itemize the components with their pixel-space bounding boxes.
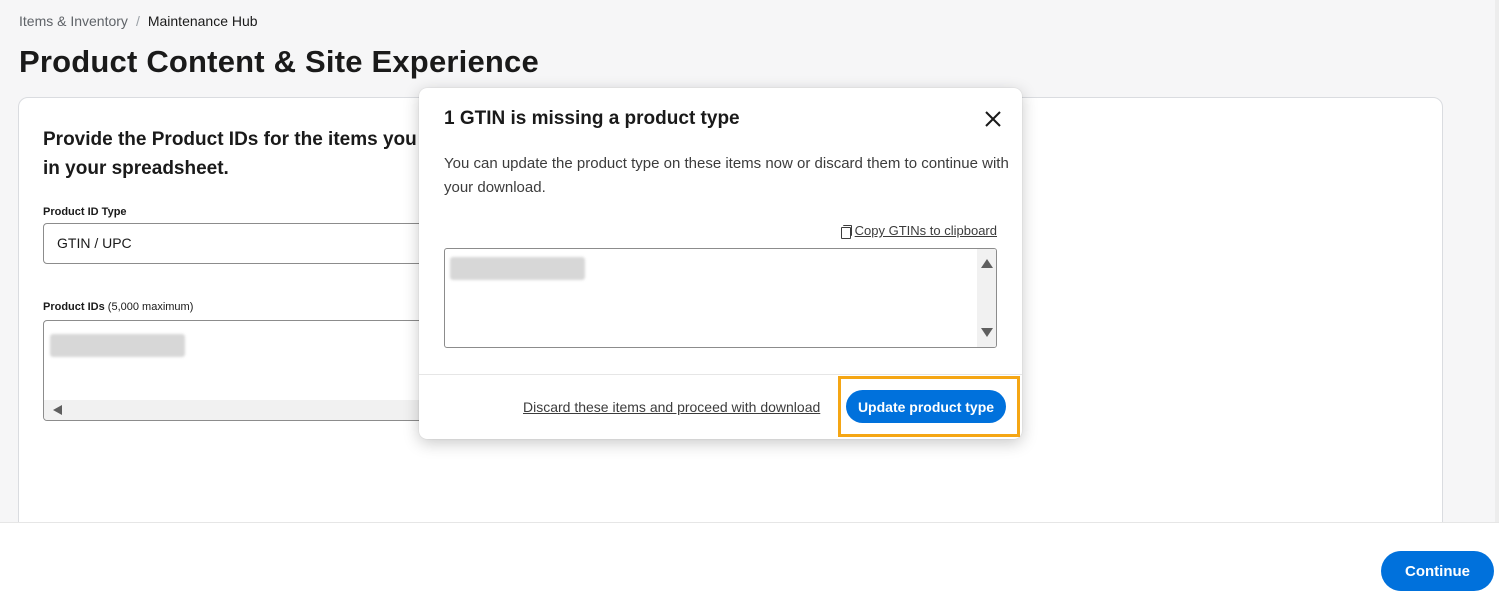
breadcrumb-current: Maintenance Hub [147, 13, 258, 29]
discard-items-link[interactable]: Discard these items and proceed with dow… [523, 399, 820, 415]
product-id-type-select[interactable]: GTIN / UPC [43, 223, 443, 264]
dialog-footer-divider [419, 374, 1022, 375]
gtin-list-scrollbar[interactable] [977, 249, 996, 347]
dialog-body: You can update the product type on these… [444, 155, 1009, 196]
copy-icon [840, 224, 852, 239]
missing-product-type-dialog: 1 GTIN is missing a product type You can… [419, 88, 1022, 439]
redacted-product-id [50, 334, 185, 357]
redacted-gtin [450, 257, 585, 280]
breadcrumb: Items & Inventory / Maintenance Hub [19, 13, 258, 29]
scroll-left-icon[interactable] [53, 405, 62, 415]
copy-gtins-label: Copy GTINs to clipboard [854, 223, 997, 238]
product-ids-textarea[interactable] [43, 320, 443, 421]
horizontal-scrollbar[interactable] [44, 400, 442, 420]
dialog-title: 1 GTIN is missing a product type [444, 108, 740, 129]
product-id-type-label: Product ID Type [43, 206, 127, 218]
footer-bar [0, 522, 1499, 607]
close-icon[interactable] [982, 108, 1004, 130]
page-title: Product Content & Site Experience [19, 44, 539, 79]
product-ids-label: Product IDs (5,000 maximum) [43, 301, 193, 313]
page-scrollbar[interactable] [1495, 0, 1499, 522]
breadcrumb-separator: / [135, 13, 140, 29]
scroll-down-icon[interactable] [981, 328, 993, 337]
product-ids-label-text: Product IDs [43, 301, 105, 313]
scroll-up-icon[interactable] [981, 259, 993, 268]
gtin-list[interactable] [444, 248, 997, 348]
page: Items & Inventory / Maintenance Hub Prod… [0, 0, 1499, 607]
copy-gtins-link[interactable]: Copy GTINs to clipboard [840, 223, 997, 239]
continue-button[interactable]: Continue [1381, 551, 1494, 591]
product-ids-hint: (5,000 maximum) [107, 301, 194, 313]
update-product-type-button[interactable]: Update product type [846, 390, 1006, 423]
breadcrumb-items-inventory[interactable]: Items & Inventory [19, 13, 128, 29]
card-heading: Provide the Product IDs for the items yo… [43, 129, 433, 179]
